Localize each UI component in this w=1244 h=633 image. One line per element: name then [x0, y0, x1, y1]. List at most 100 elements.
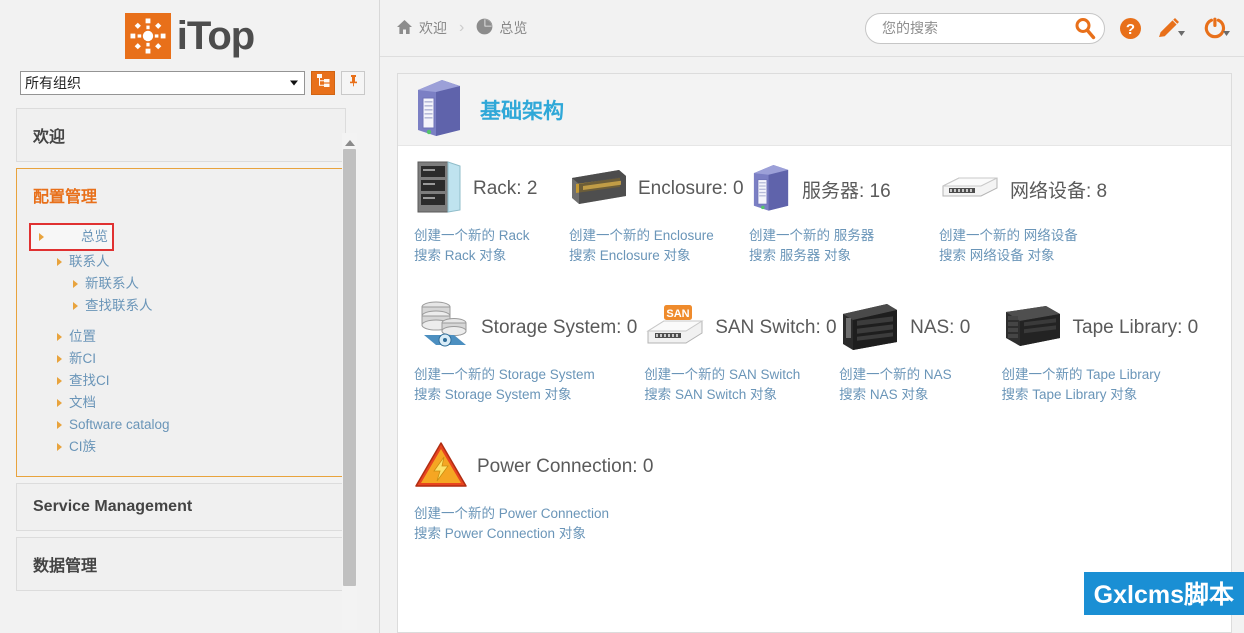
- create-new-link[interactable]: 创建一个新的 Storage System: [414, 365, 644, 384]
- search-input[interactable]: [880, 19, 1072, 37]
- chevron-right-icon: [57, 443, 62, 451]
- sidebar-block-title[interactable]: 欢迎: [17, 109, 345, 161]
- sidebar-item-6[interactable]: 新CI: [17, 348, 345, 370]
- sidebar-item-2[interactable]: 联系人: [17, 251, 345, 273]
- create-new-link[interactable]: 创建一个新的 Tape Library: [1002, 365, 1215, 384]
- sidebar-block-title[interactable]: Service Management: [17, 484, 345, 530]
- global-search[interactable]: [865, 12, 1105, 44]
- breadcrumb-label-overview: 总览: [499, 20, 528, 36]
- sidebar-item-label: 联系人: [69, 254, 110, 269]
- itop-logo-text: iTop: [176, 14, 255, 58]
- sidebar-scrollbar[interactable]: [342, 133, 357, 630]
- organization-select[interactable]: 所有组织: [20, 71, 305, 95]
- ci-class-count-label: Tape Library: 0: [1072, 317, 1199, 338]
- search-objects-link[interactable]: 搜索 网络设备 对象: [939, 246, 1169, 265]
- ci-class-cell: Enclosure: 0 创建一个新的 Enclosure 搜索 Enclosure…: [569, 158, 749, 265]
- sidebar-menu-scroll-area: 欢迎配置管理 总览联系人新联系人查找联系人位置新CI 查找CI 文档 Software …: [16, 108, 364, 633]
- tape-library-icon[interactable]: [1002, 302, 1064, 355]
- ci-class-count-label: Power Connection: 0: [477, 456, 654, 477]
- sidebar-block-4: 数据管理: [16, 537, 346, 591]
- ci-class-count-label: Rack: 2: [473, 178, 538, 199]
- create-new-link[interactable]: 创建一个新的 服务器: [749, 226, 939, 245]
- search-objects-link[interactable]: 搜索 Tape Library 对象: [1002, 385, 1215, 404]
- pin-icon: [347, 74, 360, 92]
- ci-class-cell: Power Connection: 0 创建一个新的 Power Connecti…: [414, 436, 714, 543]
- breadcrumb-label-welcome: 欢迎: [419, 20, 447, 36]
- sidebar-item-4[interactable]: 查找联系人: [17, 295, 345, 317]
- ci-class-cell: Tape Library: 0 创建一个新的 Tape Library 搜索 Tap…: [1002, 297, 1215, 404]
- storage-system-icon[interactable]: [414, 297, 472, 360]
- ci-class-cell: NAS: 0 创建一个新的 NAS 搜索 NAS 对象: [839, 297, 1001, 404]
- organization-hierarchy-button[interactable]: [311, 71, 335, 95]
- sidebar: iTop 所有组织 欢迎 配置管理 总览 联系人 新联系人 查找联系人 位置 新…: [0, 0, 380, 633]
- sidebar-item-7[interactable]: 查找CI: [17, 370, 345, 392]
- help-icon[interactable]: ?: [1119, 17, 1142, 40]
- breadcrumb-item-welcome[interactable]: 欢迎: [396, 18, 447, 38]
- enclosure-icon[interactable]: [569, 166, 629, 213]
- sidebar-menu: 欢迎配置管理 总览联系人新联系人查找联系人位置新CI 查找CI 文档 Software …: [16, 108, 346, 591]
- search-icon[interactable]: [1072, 15, 1098, 41]
- ci-class-links: 创建一个新的 Power Connection 搜索 Power Connecti…: [414, 498, 714, 543]
- ci-class-links: 创建一个新的 Rack 搜索 Rack 对象: [414, 220, 569, 265]
- server-tower-icon[interactable]: [749, 159, 793, 220]
- breadcrumb-item-overview[interactable]: 总览: [476, 18, 527, 38]
- server-tower-icon: [412, 76, 466, 143]
- scrollbar-thumb[interactable]: [343, 149, 356, 586]
- sidebar-item-8[interactable]: 文档: [17, 392, 345, 414]
- sidebar-item-label: 新CI: [69, 351, 96, 366]
- chevron-right-icon: [57, 377, 62, 385]
- organization-pin-button[interactable]: [341, 71, 365, 95]
- search-objects-link[interactable]: 搜索 SAN Switch 对象: [644, 385, 839, 404]
- sidebar-block-title[interactable]: 配置管理: [17, 169, 345, 221]
- sidebar-item-label: 查找联系人: [85, 298, 153, 313]
- itop-logo[interactable]: iTop: [124, 13, 255, 59]
- create-new-link[interactable]: 创建一个新的 网络设备: [939, 226, 1169, 245]
- create-new-link[interactable]: 创建一个新的 Enclosure: [569, 226, 749, 245]
- sidebar-item-label: CI族: [69, 439, 96, 454]
- nas-icon[interactable]: [839, 300, 901, 357]
- network-device-icon[interactable]: [939, 172, 1001, 207]
- create-new-link[interactable]: 创建一个新的 SAN Switch: [644, 365, 839, 384]
- chevron-right-icon: [57, 399, 62, 407]
- ci-class-cell: 服务器: 16 创建一个新的 服务器 搜索 服务器 对象: [749, 158, 939, 265]
- sidebar-item-10[interactable]: CI族: [17, 436, 345, 458]
- search-objects-link[interactable]: 搜索 Enclosure 对象: [569, 246, 749, 265]
- san-switch-icon[interactable]: SAN: [644, 303, 706, 354]
- sidebar-item-3[interactable]: 新联系人: [17, 273, 345, 295]
- sidebar-item-5[interactable]: 位置: [17, 326, 345, 348]
- sidebar-block-2: 配置管理 总览联系人新联系人查找联系人位置新CI 查找CI 文档 Software ca…: [16, 168, 346, 477]
- ci-class-count-label: NAS: 0: [910, 317, 971, 338]
- main-area: 欢迎 › 总览 您的搜索 ? 基础架构 Rack: 2 创建一个新的 Rack …: [380, 0, 1244, 633]
- dashboard-row-2: Storage System: 0 创建一个新的 Storage System 搜索…: [398, 285, 1231, 406]
- ci-class-summary: NAS: 0: [839, 297, 1001, 359]
- create-new-link[interactable]: 创建一个新的 Power Connection: [414, 504, 714, 523]
- dashboard-row-3: Power Connection: 0 创建一个新的 Power Connecti…: [398, 424, 1231, 545]
- power-icon[interactable]: [1200, 17, 1230, 40]
- search-objects-link[interactable]: 搜索 Rack 对象: [414, 246, 569, 265]
- sidebar-item-label: 位置: [69, 329, 96, 344]
- rack-icon[interactable]: [414, 158, 464, 221]
- sidebar-block-title[interactable]: 数据管理: [17, 538, 345, 590]
- power-connection-icon[interactable]: [414, 440, 468, 495]
- search-objects-link[interactable]: 搜索 Storage System 对象: [414, 385, 644, 404]
- sidebar-item-1[interactable]: 总览: [29, 223, 114, 251]
- create-new-link[interactable]: 创建一个新的 Rack: [414, 226, 569, 245]
- search-objects-link[interactable]: 搜索 Power Connection 对象: [414, 524, 714, 543]
- scrollbar-up-button[interactable]: [342, 133, 357, 149]
- top-bar: 欢迎 › 总览 您的搜索 ?: [380, 0, 1244, 57]
- panel-title: 基础架构: [480, 99, 564, 123]
- breadcrumb-separator: ›: [459, 19, 465, 36]
- panel-header: 基础架构: [398, 74, 1231, 146]
- sidebar-item-list: 总览联系人新联系人查找联系人位置新CI 查找CI 文档 Software catalo…: [17, 221, 345, 476]
- hierarchy-icon: [316, 73, 331, 93]
- chevron-right-icon: [73, 280, 78, 288]
- ci-class-summary: Power Connection: 0: [414, 436, 714, 498]
- create-new-link[interactable]: 创建一个新的 NAS: [839, 365, 1001, 384]
- sidebar-item-label: 新联系人: [85, 276, 139, 291]
- sidebar-item-9[interactable]: Software catalog: [17, 414, 345, 436]
- ci-class-links: 创建一个新的 网络设备 搜索 网络设备 对象: [939, 220, 1169, 265]
- pencil-icon[interactable]: [1156, 17, 1186, 40]
- search-objects-link[interactable]: 搜索 NAS 对象: [839, 385, 1001, 404]
- search-objects-link[interactable]: 搜索 服务器 对象: [749, 246, 939, 265]
- row-spacer: [398, 406, 1231, 424]
